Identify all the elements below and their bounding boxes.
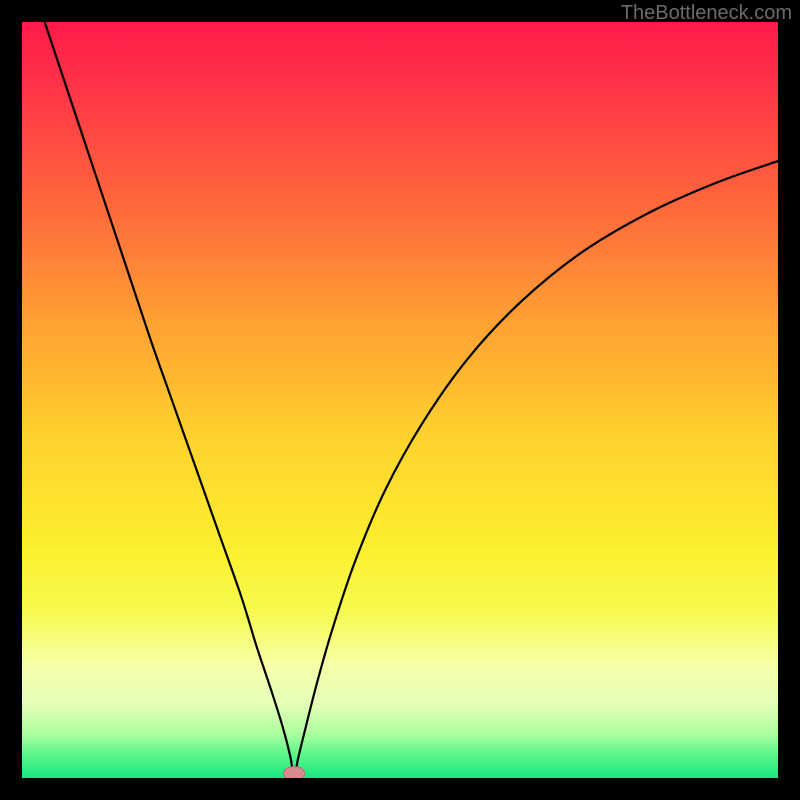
minimum-marker	[284, 767, 305, 778]
bottleneck-chart	[22, 22, 778, 778]
gradient-rect	[22, 22, 778, 778]
watermark-text: TheBottleneck.com	[621, 2, 792, 25]
